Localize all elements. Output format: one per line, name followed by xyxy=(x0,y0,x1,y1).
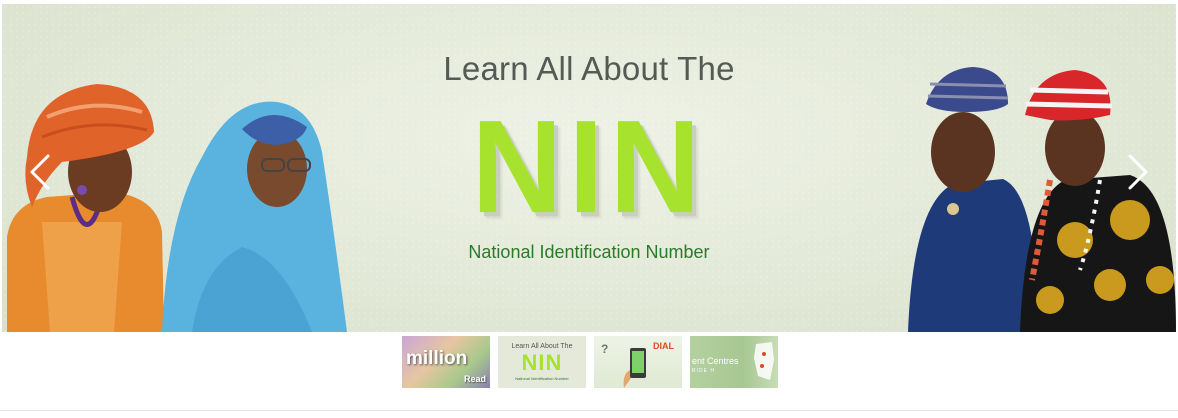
thumbnail-2-subtitle: National Identification Number xyxy=(515,376,569,381)
thumbnail-3-label: DIAL xyxy=(653,341,674,351)
slider-thumbnails: million Read Learn All About The NIN Nat… xyxy=(402,334,778,390)
thumbnail-2-acronym: NIN xyxy=(521,350,563,375)
thumbnail-1[interactable]: million Read xyxy=(402,336,490,388)
thumbnail-1-subtext: Read xyxy=(463,374,486,384)
map-icon xyxy=(754,342,774,380)
thumbnail-4-text: ent Centres xyxy=(692,356,739,366)
thumbnail-4[interactable]: ent Centres RIDE H xyxy=(690,336,778,388)
divider xyxy=(0,410,1178,411)
thumbnail-3[interactable]: ? DIAL xyxy=(594,336,682,388)
hero-subtitle: National Identification Number xyxy=(468,242,710,262)
slider-prev-button[interactable] xyxy=(22,150,58,194)
page: Learn All About The NIN National Identif… xyxy=(0,0,1178,418)
thumbnail-2[interactable]: Learn All About The NIN National Identif… xyxy=(496,334,588,390)
hero-slider: Learn All About The NIN National Identif… xyxy=(2,4,1176,332)
thumbnail-2-heading: Learn All About The xyxy=(511,343,573,350)
slider-next-button[interactable] xyxy=(1120,150,1156,194)
thumbnail-4-subtext: RIDE H xyxy=(692,368,715,374)
hero-heading: Learn All About The xyxy=(443,50,735,87)
phone-hand-icon xyxy=(623,348,646,388)
chevron-left-icon xyxy=(30,154,50,190)
hero-acronym: NIN xyxy=(471,92,707,241)
chevron-right-icon xyxy=(1128,154,1148,190)
thumbnail-1-text: million xyxy=(406,348,468,369)
thumbnail-3-mark: ? xyxy=(601,342,609,356)
